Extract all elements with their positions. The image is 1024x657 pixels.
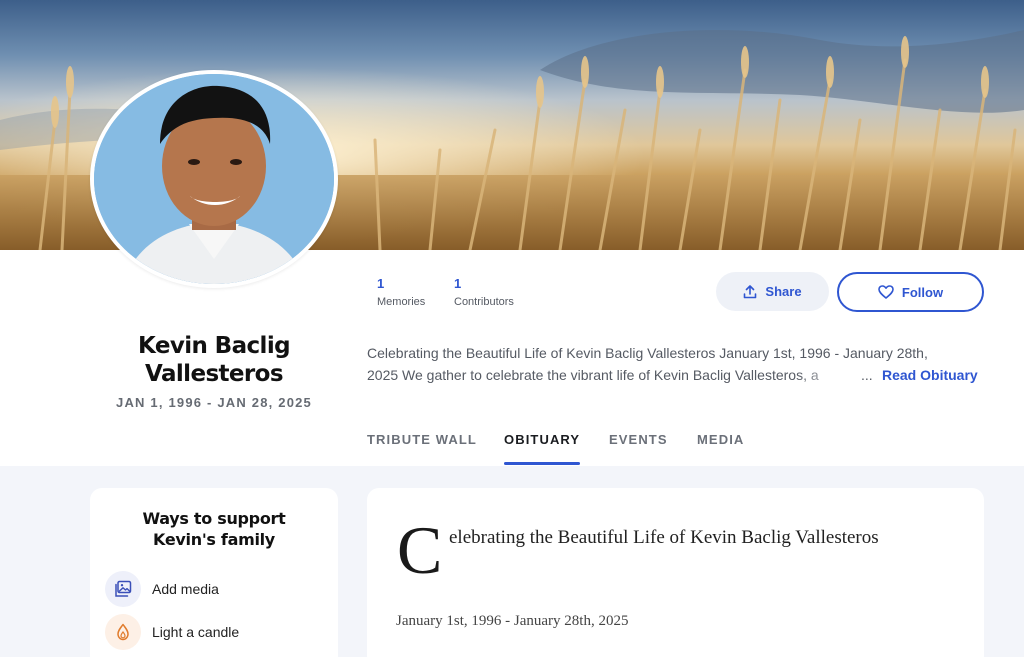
obituary-summary: Celebrating the Beautiful Life of Kevin … [367, 342, 987, 386]
support-title-line1: Ways to support [142, 509, 286, 528]
add-media-button[interactable]: Add media [105, 571, 325, 607]
tab-media[interactable]: MEDIA [697, 432, 744, 447]
share-button[interactable]: Share [716, 272, 829, 311]
support-card: Ways to support Kevin's family Add media… [90, 488, 338, 657]
tab-obituary[interactable]: OBITUARY [504, 432, 580, 447]
obituary-title: elebrating the Beautiful Life of Kevin B… [449, 527, 879, 548]
follow-button[interactable]: Follow [837, 272, 984, 312]
stat-memories[interactable]: 1 Memories [377, 276, 425, 308]
profile-dates: JAN 1, 1996 - JAN 28, 2025 [116, 395, 312, 410]
stat-contributors[interactable]: 1 Contributors [454, 276, 514, 308]
obituary-dates: January 1st, 1996 - January 28th, 2025 [396, 613, 629, 629]
avatar [90, 70, 338, 288]
summary-line-1: Celebrating the Beautiful Life of Kevin … [367, 345, 928, 361]
upload-icon [744, 284, 757, 298]
profile-name-line1: Kevin Baclig [138, 333, 291, 359]
portrait-image [94, 74, 334, 284]
image-icon [105, 571, 141, 607]
obituary-drop-cap: C [397, 512, 443, 588]
heart-icon [878, 285, 894, 299]
share-label: Share [765, 284, 802, 299]
summary-line-2: 2025 We gather to celebrate the vibrant … [367, 364, 987, 386]
support-title: Ways to support Kevin's family [90, 508, 338, 550]
profile-name-line2: Vallesteros [145, 361, 284, 387]
stat-contributors-value: 1 [454, 276, 462, 291]
light-candle-label: Light a candle [152, 624, 240, 640]
summary-line-2-text: 2025 We gather to celebrate the vibrant … [367, 367, 819, 383]
stat-contributors-label: Contributors [454, 296, 514, 308]
tab-events[interactable]: EVENTS [609, 432, 668, 447]
add-media-label: Add media [152, 581, 219, 597]
light-candle-button[interactable]: Light a candle [105, 614, 325, 650]
tab-tribute-wall[interactable]: TRIBUTE WALL [367, 432, 477, 447]
summary-ellipsis: ... [861, 367, 873, 383]
stat-memories-value: 1 [377, 276, 385, 291]
stat-memories-label: Memories [377, 296, 426, 308]
follow-label: Follow [901, 284, 944, 300]
read-obituary-link[interactable]: Read Obituary [882, 364, 978, 386]
support-title-line2: Kevin's family [153, 530, 275, 549]
flame-icon [105, 614, 141, 650]
profile-name: Kevin Baclig Vallesteros [90, 332, 338, 388]
active-tab-indicator [504, 462, 580, 465]
obituary-card [367, 488, 984, 657]
